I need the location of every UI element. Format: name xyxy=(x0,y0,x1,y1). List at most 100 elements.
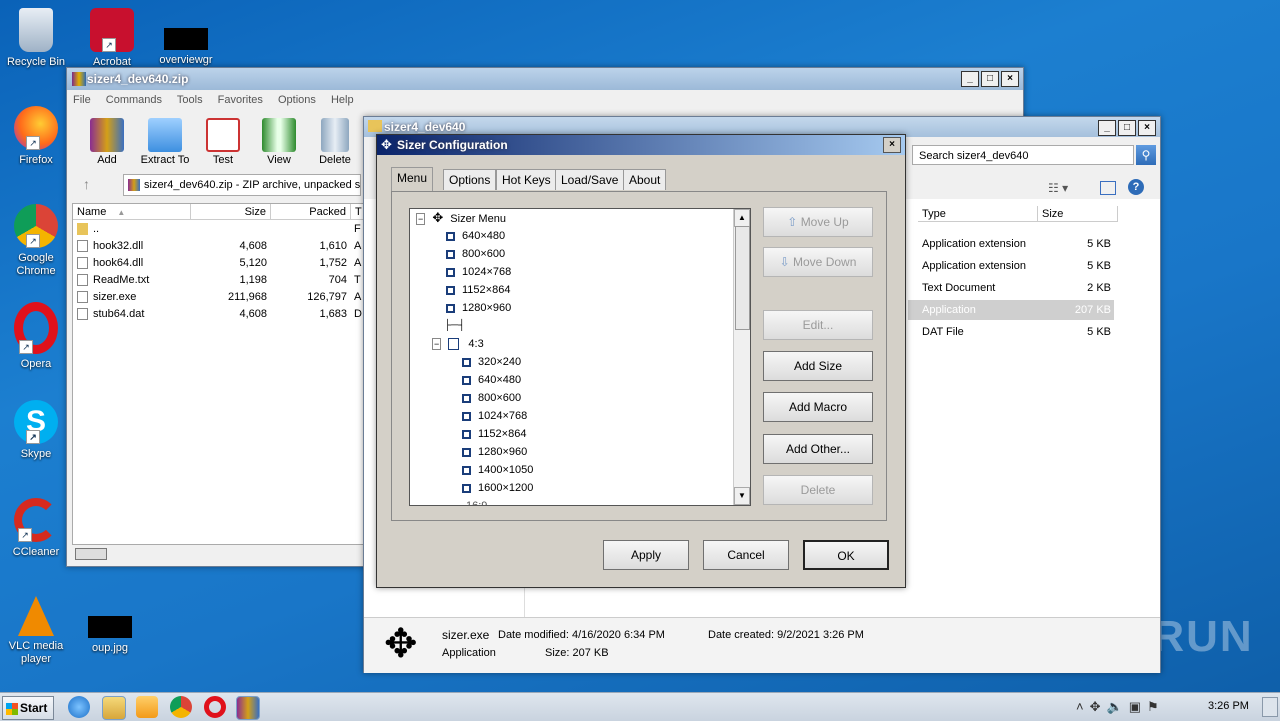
desktop-icon-oup[interactable]: oup.jpg xyxy=(74,596,146,655)
desktop-icon-overviewgr[interactable]: overviewgr xyxy=(150,8,222,67)
checklist-icon xyxy=(206,118,240,152)
move-down-button[interactable]: ⇩ Move Down xyxy=(763,247,873,277)
winrar-taskbar-icon[interactable] xyxy=(236,696,260,720)
menu-file[interactable]: File xyxy=(73,94,91,106)
ok-button[interactable]: OK xyxy=(803,540,889,570)
maximize-button[interactable]: □ xyxy=(981,71,999,87)
start-button[interactable]: Start xyxy=(2,696,54,720)
menu-help[interactable]: Help xyxy=(331,94,354,106)
tree-size-item[interactable]: 1280×960 xyxy=(446,299,511,317)
delete-button[interactable]: Delete xyxy=(305,118,365,166)
tab-about[interactable]: About xyxy=(623,169,667,190)
tab-options[interactable]: Options xyxy=(443,169,497,190)
clock[interactable]: 3:26 PM xyxy=(1208,700,1249,712)
tab-hot-keys[interactable]: Hot Keys xyxy=(496,169,557,190)
search-box[interactable]: Search sizer4_dev640 xyxy=(912,145,1134,165)
network-icon[interactable]: ▣ xyxy=(1129,699,1147,714)
menu-options[interactable]: Options xyxy=(278,94,316,106)
tree-size-item[interactable]: 1152×864 xyxy=(462,425,526,443)
ie-taskbar-icon[interactable] xyxy=(68,696,90,718)
collapse-icon[interactable]: − xyxy=(432,338,442,350)
tray-expand-icon[interactable]: ˄ xyxy=(1076,699,1090,714)
file-list: Name ▲ Size Packed T .. Fhook32.dll 4,608 1… xyxy=(72,203,366,545)
scroll-down-icon[interactable]: ▼ xyxy=(734,487,750,505)
add-other-button[interactable]: Add Other... xyxy=(763,434,873,464)
cancel-button[interactable]: Cancel xyxy=(703,540,789,570)
tree-root[interactable]: − ✥ Sizer Menu xyxy=(416,209,506,227)
chrome-taskbar-icon[interactable] xyxy=(170,696,192,718)
close-button[interactable]: × xyxy=(883,137,901,153)
preview-pane-icon[interactable] xyxy=(1100,181,1116,195)
tree-size-item[interactable]: 1600×1200 xyxy=(462,479,533,497)
desktop-icon-opera[interactable]: ↗ Opera xyxy=(0,302,72,371)
media-player-taskbar-icon[interactable] xyxy=(136,696,158,718)
column-size[interactable]: Size xyxy=(1038,206,1118,222)
delete-button[interactable]: Delete xyxy=(763,475,873,505)
minimize-button[interactable]: _ xyxy=(961,71,979,87)
sizer-tray-icon[interactable]: ✥ xyxy=(1090,699,1107,714)
test-button[interactable]: Test xyxy=(193,118,253,166)
opera-taskbar-icon[interactable] xyxy=(204,696,226,718)
add-size-button[interactable]: Add Size xyxy=(763,351,873,381)
collapse-icon[interactable]: − xyxy=(416,213,426,225)
column-name[interactable]: Name ▲ xyxy=(73,204,191,220)
scroll-up-icon[interactable]: ▲ xyxy=(734,209,750,227)
parent-folder-icon xyxy=(77,223,88,235)
tree-size-item[interactable]: 1152×864 xyxy=(446,281,510,299)
desktop-icon-label: Recycle Bin xyxy=(6,56,66,68)
show-desktop-button[interactable] xyxy=(1262,697,1278,717)
desktop-icon-vlc[interactable]: VLC media player xyxy=(0,596,72,666)
tree-scrollbar[interactable]: ▲ ▼ xyxy=(733,209,750,505)
edit-button[interactable]: Edit... xyxy=(763,310,873,340)
desktop-icon-chrome[interactable]: ↗ Google Chrome xyxy=(0,204,72,278)
desktop-icon-firefox[interactable]: ↗ Firefox xyxy=(0,106,72,167)
add-button[interactable]: Add xyxy=(77,118,137,166)
menu-tree[interactable]: − ✥ Sizer Menu 640×480 800×600 1024×768 115… xyxy=(409,208,751,506)
help-icon[interactable]: ? xyxy=(1128,179,1144,195)
tree-group-16-9[interactable]: 16:9 xyxy=(466,497,487,505)
search-icon[interactable]: ⚲ xyxy=(1136,145,1156,165)
minimize-button[interactable]: _ xyxy=(1098,120,1116,136)
menu-favorites[interactable]: Favorites xyxy=(218,94,263,106)
apply-button[interactable]: Apply xyxy=(603,540,689,570)
up-arrow-icon[interactable]: ↑ xyxy=(83,176,90,192)
tree-size-item[interactable]: 1024×768 xyxy=(462,407,527,425)
desktop-icon-recycle-bin[interactable]: Recycle Bin xyxy=(0,8,72,69)
desktop-icon-skype[interactable]: S ↗ Skype xyxy=(0,400,72,461)
tree-size-item[interactable]: 800×600 xyxy=(446,245,505,263)
system-tray: ˄✥🔈▣⚑ xyxy=(1076,699,1165,715)
tab-load-save[interactable]: Load/Save xyxy=(555,169,625,190)
column-type[interactable]: Type xyxy=(918,206,1038,222)
maximize-button[interactable]: □ xyxy=(1118,120,1136,136)
tree-size-item[interactable]: 640×480 xyxy=(446,227,505,245)
volume-icon[interactable]: 🔈 xyxy=(1107,699,1129,714)
close-button[interactable]: × xyxy=(1138,120,1156,136)
menu-tools[interactable]: Tools xyxy=(177,94,203,106)
tree-size-item[interactable]: 320×240 xyxy=(462,353,521,371)
extract-to-button[interactable]: Extract To xyxy=(135,118,195,166)
tree-size-item[interactable]: 800×600 xyxy=(462,389,521,407)
file-icon xyxy=(77,291,88,303)
explorer-taskbar-icon[interactable] xyxy=(102,696,126,720)
tree-size-item[interactable]: 1400×1050 xyxy=(462,461,533,479)
tree-size-item[interactable]: 1280×960 xyxy=(462,443,527,461)
add-macro-button[interactable]: Add Macro xyxy=(763,392,873,422)
column-size[interactable]: Size xyxy=(191,204,271,220)
desktop-icon-ccleaner[interactable]: ↗ CCleaner xyxy=(0,498,72,559)
menu-commands[interactable]: Commands xyxy=(106,94,162,106)
tree-separator[interactable]: ├─┤ xyxy=(444,317,465,335)
file-type: DAT File xyxy=(922,326,964,338)
file-size: 5 KB xyxy=(1087,326,1111,338)
tree-group-4-3[interactable]: − 4:3 xyxy=(432,335,484,353)
tree-size-item[interactable]: 640×480 xyxy=(462,371,521,389)
view-options-icon[interactable]: ☷ ▾ xyxy=(1048,181,1068,195)
view-button[interactable]: View xyxy=(249,118,309,166)
tree-size-item[interactable]: 1024×768 xyxy=(446,263,511,281)
desktop-icon-acrobat[interactable]: ↗ Acrobat xyxy=(76,8,148,69)
move-up-button[interactable]: ⇧ Move Up xyxy=(763,207,873,237)
column-packed[interactable]: Packed xyxy=(271,204,351,220)
flag-icon[interactable]: ⚑ xyxy=(1147,699,1165,714)
tab-menu[interactable]: Menu xyxy=(391,167,434,191)
close-button[interactable]: × xyxy=(1001,71,1019,87)
scroll-thumb[interactable] xyxy=(735,226,750,330)
